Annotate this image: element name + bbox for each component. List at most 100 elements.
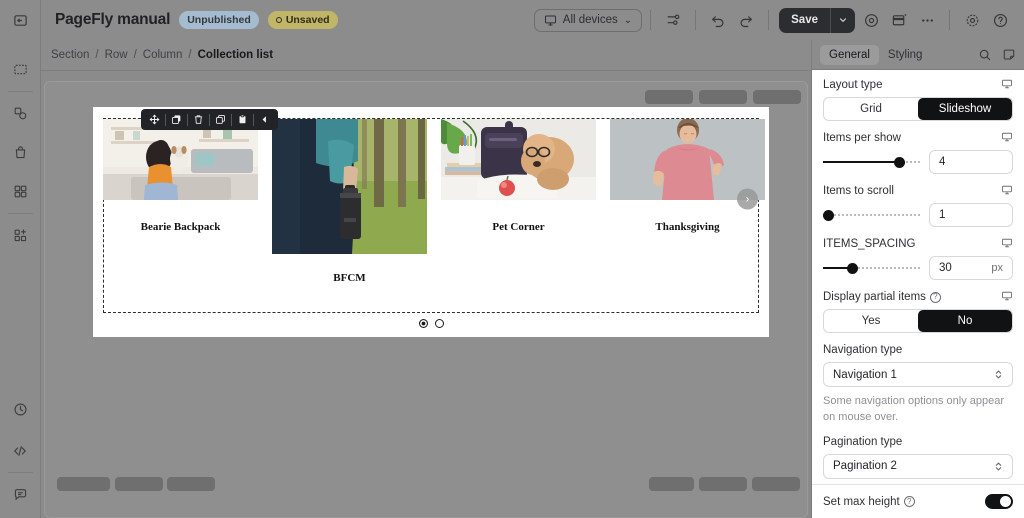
sidebar-item-add-block[interactable] [0,220,41,251]
placeholder-block [57,477,110,491]
layout-window-icon[interactable] [885,6,913,34]
field-items-per-show: Items per show 4 [823,132,1013,174]
collapse-toolbar-button[interactable] [255,109,274,130]
field-label: Pagination type [823,436,1013,448]
more-options-icon[interactable] [913,6,941,34]
tab-general[interactable]: General [820,44,879,65]
slideshow-pagination[interactable] [93,319,769,328]
items-spacing-input[interactable]: 30 px [929,256,1013,280]
display-partial-items-option-yes[interactable]: Yes [824,310,918,332]
save-dropdown-button[interactable] [831,8,855,33]
sidebar-item-elements[interactable] [0,98,41,129]
items-to-scroll-value: 1 [939,209,946,221]
settings-sliders-icon[interactable] [659,6,687,34]
undo-icon[interactable] [704,6,732,34]
slideshow-next-button[interactable]: › [737,188,758,210]
slideshow-track: Bearie Backpack BFCM Pet Corner › Thanks… [103,119,765,284]
slide-item[interactable]: BFCM [272,119,427,284]
gear-icon[interactable] [958,6,986,34]
slide-item[interactable]: › Thanksgiving [610,119,765,279]
sidebar-item-sections[interactable] [0,54,41,85]
slider-knob[interactable] [893,156,905,168]
divider [768,10,770,30]
breadcrumb-item-column[interactable]: Column [143,49,183,61]
note-icon[interactable] [1002,48,1016,62]
device-selector[interactable]: All devices ⌄ [533,8,643,32]
breadcrumb-separator: / [133,49,137,61]
preview-eye-icon[interactable] [857,6,885,34]
divider [7,91,33,92]
slider-knob[interactable] [823,209,834,221]
layout-type-option-slideshow[interactable]: Slideshow [918,98,1012,120]
desktop-icon[interactable] [1001,237,1013,249]
pagination-dot-active[interactable] [418,319,428,328]
tab-styling[interactable]: Styling [879,45,932,65]
display-partial-items-option-no[interactable]: No [918,310,1012,332]
elements-shapes-icon [13,106,28,121]
divider [949,10,950,30]
desktop-icon[interactable] [1001,184,1013,196]
slide-item[interactable]: Pet Corner [441,119,596,279]
display-partial-items-segmented-control[interactable]: Yes No [823,309,1013,333]
collapse-panel-button[interactable] [0,0,41,40]
breadcrumb-item-row[interactable]: Row [105,49,128,61]
save-button[interactable]: Save [779,7,831,33]
top-bar: PageFly manual Unpublished Unsaved All d… [0,0,1024,40]
pagefly-editor-window: PageFly manual Unpublished Unsaved All d… [0,0,1024,518]
save-button-group[interactable]: Save [779,7,855,33]
sidebar-item-chat[interactable] [0,479,41,510]
sidebar-item-history[interactable] [0,394,41,425]
breadcrumb-separator: / [188,49,192,61]
delete-button[interactable] [189,109,208,130]
layout-type-label: Layout type [823,79,883,91]
items-spacing-label: ITEMS_SPACING [823,238,916,250]
collection-title: Bearie Backpack [140,221,221,233]
desktop-icon[interactable] [1001,290,1013,302]
placeholder-block [753,90,801,104]
help-icon[interactable]: ? [903,496,915,507]
breadcrumb-item-collection-list[interactable]: Collection list [198,49,273,61]
help-icon[interactable] [986,6,1014,34]
pagination-type-value: Pagination 2 [833,460,897,473]
unsaved-dot-icon [275,17,282,23]
items-spacing-unit: px [991,262,1003,274]
breadcrumb-separator: / [95,49,99,61]
sidebar-item-shopify[interactable] [0,137,41,168]
items-per-show-slider[interactable] [823,155,920,169]
duplicate-button[interactable] [167,109,186,130]
layout-type-option-grid[interactable]: Grid [824,98,918,120]
chevron-updown-icon [994,368,1003,381]
breadcrumb-item-section[interactable]: Section [51,49,89,61]
items-to-scroll-input[interactable]: 1 [929,203,1013,227]
page-preview-frame: Bearie Backpack BFCM Pet Corner › Thanks… [44,81,808,518]
divider [231,113,232,126]
desktop-icon[interactable] [1001,78,1013,90]
element-toolbar[interactable] [141,109,278,130]
editor-canvas[interactable]: Bearie Backpack BFCM Pet Corner › Thanks… [41,71,811,518]
collection-list-section[interactable]: Bearie Backpack BFCM Pet Corner › Thanks… [93,107,769,337]
help-icon[interactable]: ? [929,291,941,303]
set-max-height-toggle[interactable] [985,494,1013,509]
collection-image [272,119,427,254]
slider-fill [823,161,899,163]
slider-knob[interactable] [847,262,859,274]
navigation-type-select[interactable]: Navigation 1 [823,362,1013,387]
sidebar-item-code[interactable] [0,435,41,466]
items-to-scroll-slider[interactable] [823,208,920,222]
search-icon[interactable] [978,48,992,62]
divider [7,472,33,473]
items-per-show-input[interactable]: 4 [929,150,1013,174]
pagination-dot[interactable] [434,319,444,328]
sidebar-item-library[interactable] [0,176,41,207]
layout-type-segmented-control[interactable]: Grid Slideshow [823,97,1013,121]
paste-button[interactable] [233,109,252,130]
items-spacing-slider[interactable] [823,261,920,275]
slide-item[interactable]: Bearie Backpack [103,119,258,279]
desktop-icon[interactable] [1001,131,1013,143]
pagination-type-select[interactable]: Pagination 2 [823,453,1013,479]
move-handle[interactable] [145,109,164,130]
redo-icon[interactable] [732,6,760,34]
field-label: Layout type [823,79,1013,91]
copy-button[interactable] [211,109,230,130]
divider [209,113,210,126]
